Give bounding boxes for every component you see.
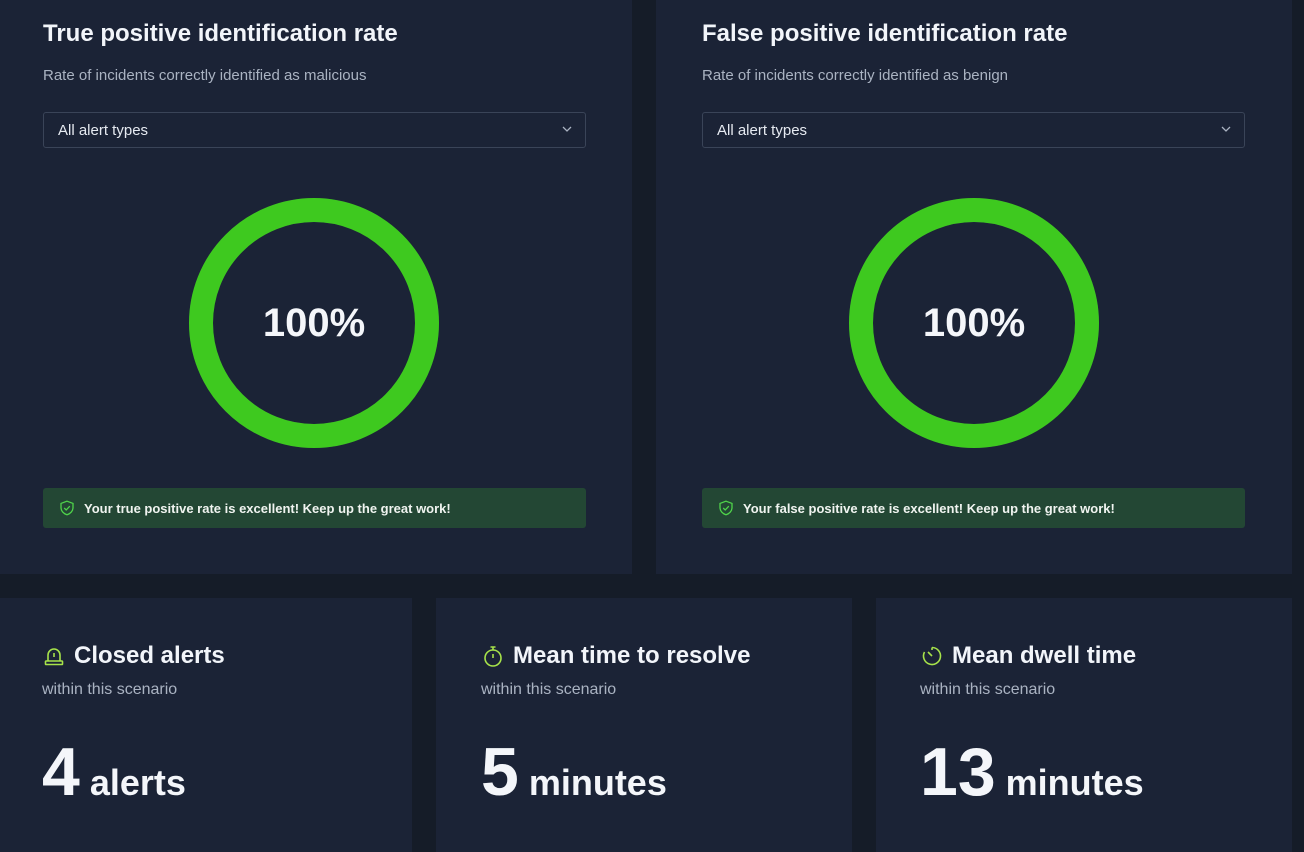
true-positive-title: True positive identification rate xyxy=(43,20,398,47)
closed-alerts-subtitle: within this scenario xyxy=(42,681,178,698)
mean-time-to-resolve-title: Mean time to resolve xyxy=(481,642,750,670)
closed-alerts-unit: alerts xyxy=(89,762,186,803)
mean-time-to-resolve-unit: minutes xyxy=(528,762,667,803)
false-positive-card: False positive identification rate Rate … xyxy=(656,0,1292,574)
mean-time-to-resolve-value: 5 minutes xyxy=(481,738,667,806)
true-positive-rate-value: 100% xyxy=(262,300,366,345)
mean-dwell-time-card xyxy=(876,598,1292,852)
true-positive-card: True positive identification rate Rate o… xyxy=(0,0,632,574)
mean-dwell-time-value: 13 minutes xyxy=(920,738,1144,806)
false-positive-alert-type-select[interactable]: All alert types xyxy=(702,112,1245,148)
timer-icon xyxy=(922,646,942,666)
mean-dwell-time-subtitle: within this scenario xyxy=(920,681,1056,698)
chevron-down-icon xyxy=(1221,126,1231,132)
false-positive-subtitle: Rate of incidents correctly identified a… xyxy=(702,67,1009,84)
chevron-down-icon xyxy=(562,126,572,132)
mean-time-to-resolve-subtitle: within this scenario xyxy=(481,681,617,698)
closed-alerts-card xyxy=(0,598,412,852)
false-positive-rate-value: 100% xyxy=(922,300,1026,345)
alert-type-select-value: All alert types xyxy=(717,121,808,139)
true-positive-gauge: 100% xyxy=(188,197,440,449)
false-positive-success-banner: Your false positive rate is excellent! K… xyxy=(702,488,1245,528)
banner-text: Your true positive rate is excellent! Ke… xyxy=(84,500,451,516)
mean-time-to-resolve-title-text: Mean time to resolve xyxy=(513,642,751,669)
siren-icon xyxy=(44,648,64,666)
true-positive-alert-type-select[interactable]: All alert types xyxy=(43,112,586,148)
shield-check-icon xyxy=(719,500,733,516)
mean-dwell-time-title-text: Mean dwell time xyxy=(952,642,1137,669)
false-positive-gauge: 100% xyxy=(848,197,1100,449)
mean-dwell-time-number: 13 xyxy=(920,734,996,810)
closed-alerts-title-text: Closed alerts xyxy=(74,642,225,669)
stopwatch-icon xyxy=(484,646,502,667)
shield-check-icon xyxy=(60,500,74,516)
true-positive-subtitle: Rate of incidents correctly identified a… xyxy=(43,67,367,84)
false-positive-title: False positive identification rate xyxy=(702,20,1068,47)
banner-text: Your false positive rate is excellent! K… xyxy=(743,500,1115,516)
mean-dwell-time-title: Mean dwell time xyxy=(920,642,1136,670)
closed-alerts-number: 4 xyxy=(42,734,80,810)
mean-time-to-resolve-card xyxy=(436,598,852,852)
closed-alerts-title: Closed alerts xyxy=(42,642,225,670)
mean-time-to-resolve-number: 5 xyxy=(481,734,519,810)
mean-dwell-time-unit: minutes xyxy=(1005,762,1144,803)
alert-type-select-value: All alert types xyxy=(58,121,149,139)
closed-alerts-value: 4 alerts xyxy=(42,738,186,806)
true-positive-success-banner: Your true positive rate is excellent! Ke… xyxy=(43,488,586,528)
